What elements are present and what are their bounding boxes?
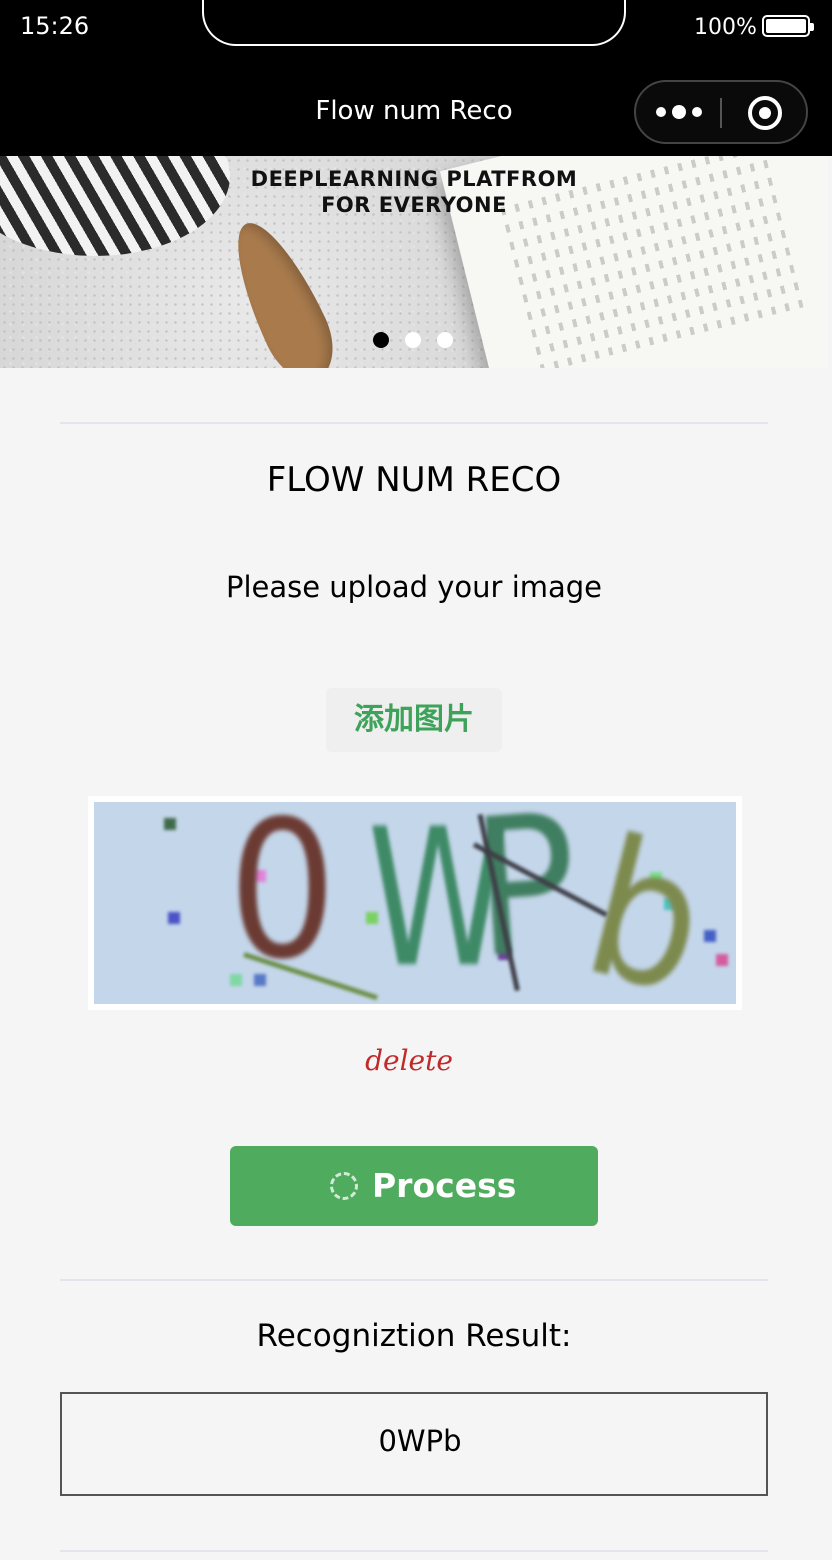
result-value: 0WPb	[378, 1424, 462, 1458]
delete-link[interactable]: delete	[0, 1044, 818, 1077]
page-title: FLOW NUM RECO	[266, 460, 562, 500]
status-bar: 15:26 100%	[0, 0, 832, 56]
carousel-dot[interactable]	[373, 332, 389, 348]
carousel-dot[interactable]	[405, 332, 421, 348]
process-button-label: Process	[372, 1166, 517, 1205]
noise-speck	[168, 912, 180, 924]
result-heading: Recogniztion Result:	[256, 1318, 572, 1354]
clock: 15:26	[20, 12, 90, 40]
captcha-image: 0WPb	[94, 802, 736, 1004]
screen-notch	[202, 0, 626, 46]
capsule-divider	[720, 98, 722, 128]
captcha-character: 0	[228, 802, 337, 1001]
process-button[interactable]: Process	[230, 1146, 598, 1226]
add-image-button[interactable]: 添加图片	[326, 688, 502, 752]
carousel-dot[interactable]	[437, 332, 453, 348]
battery-icon	[762, 15, 814, 37]
divider	[60, 1279, 768, 1281]
banner-carousel[interactable]: DEEPLEARNING PLATFROM FOR EVERYONE	[0, 156, 828, 368]
uploaded-image-preview: 0WPb	[88, 796, 742, 1010]
navigation-bar: Flow num Reco	[0, 56, 832, 156]
noise-speck	[716, 954, 728, 966]
more-options-icon[interactable]	[656, 98, 702, 126]
divider	[60, 422, 768, 424]
divider	[60, 1550, 768, 1552]
close-target-icon[interactable]	[748, 96, 782, 130]
battery-percentage: 100%	[694, 15, 757, 40]
noise-speck	[704, 930, 716, 942]
mini-program-capsule	[634, 80, 808, 144]
loading-spinner-icon	[330, 1172, 358, 1200]
upload-prompt: Please upload your image	[225, 570, 603, 604]
banner-caption: DEEPLEARNING PLATFROM FOR EVERYONE	[250, 167, 578, 217]
result-box: 0WPb	[60, 1392, 768, 1496]
carousel-indicators	[373, 332, 453, 348]
noise-speck	[164, 818, 176, 830]
